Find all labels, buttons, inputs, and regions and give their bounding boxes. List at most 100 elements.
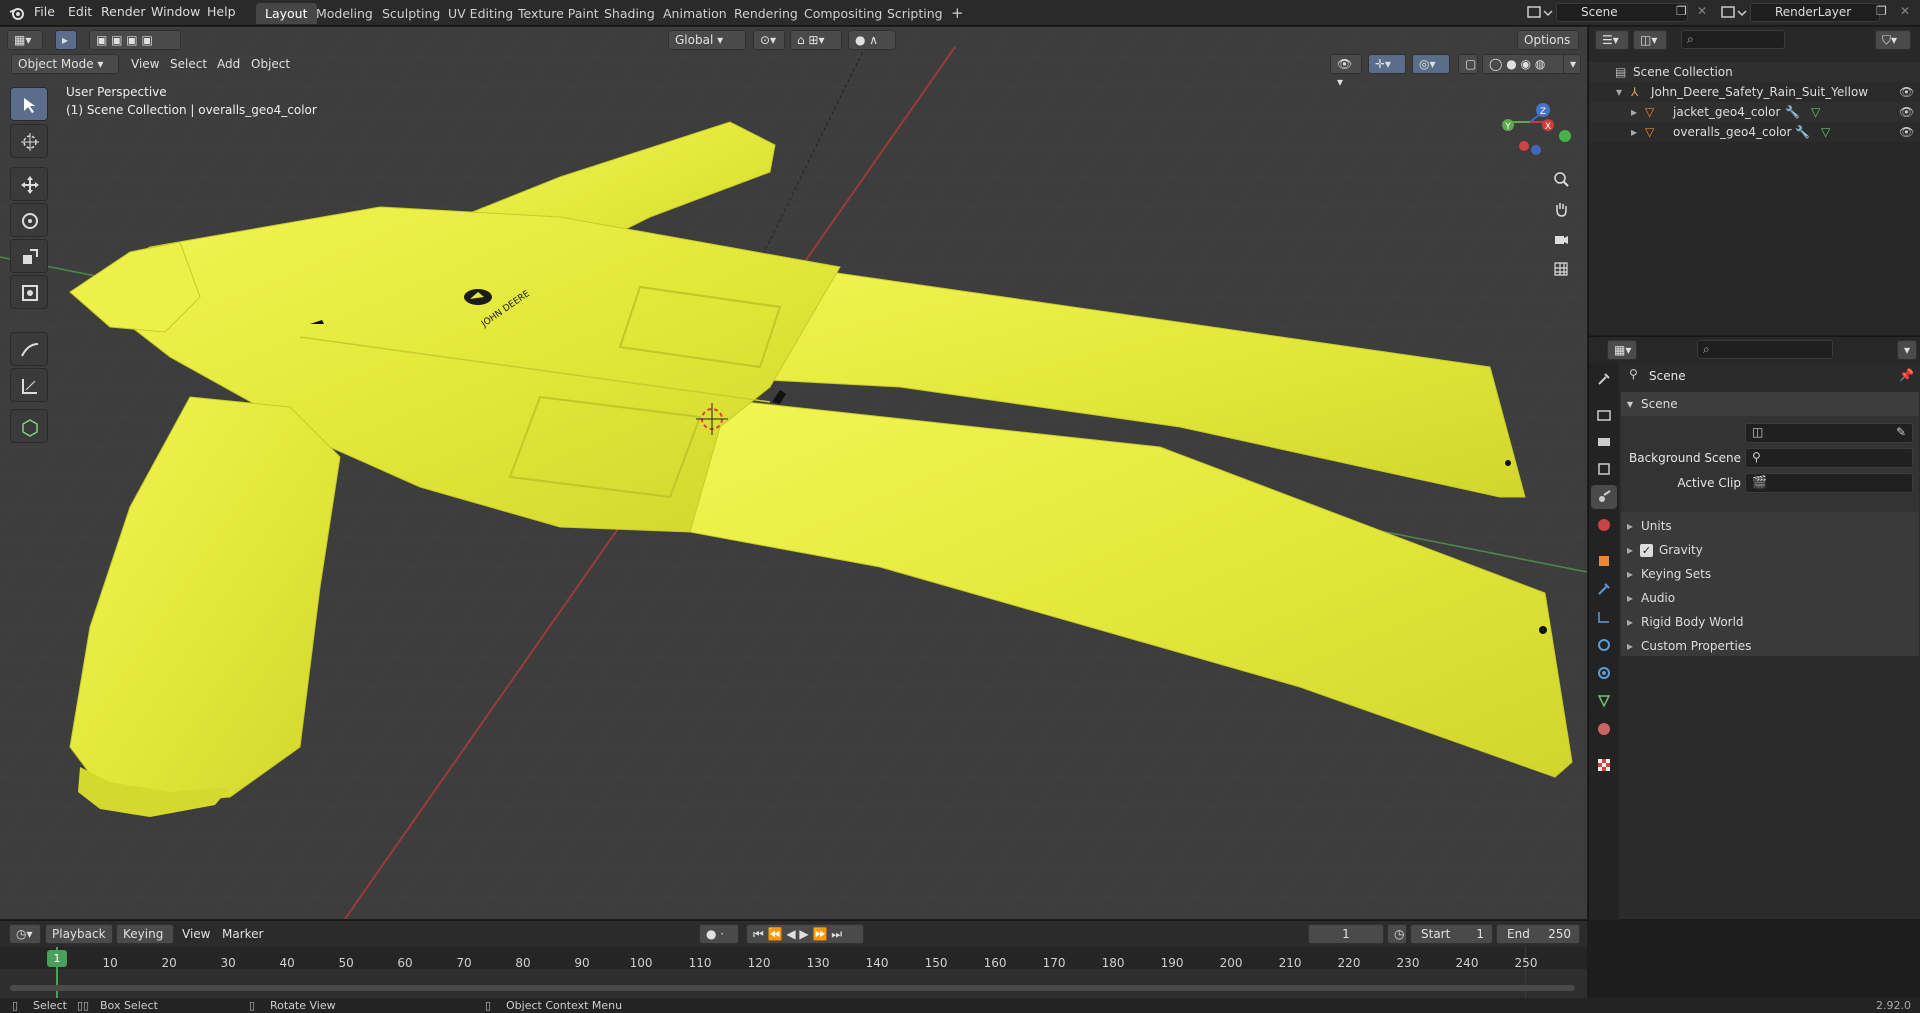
material-tab-icon[interactable] <box>1591 717 1617 741</box>
outliner-row-jacket[interactable]: ▸ ▽ jacket_geo4_color 🔧 ▽ 👁 <box>1589 102 1920 122</box>
active-clip-field[interactable]: 🎬 <box>1745 473 1913 493</box>
3d-viewport[interactable]: JOHN DEERE Z X Y ▦▾ ▸ ▣ ▣ ▣ ▣ Global ▾ ⊙… <box>0 27 1587 919</box>
outliner-search-input[interactable] <box>1681 30 1785 49</box>
playback-dropdown[interactable]: Playback ▾ <box>45 924 113 959</box>
editor-type-button[interactable]: ◷▾ <box>9 924 41 944</box>
new-scene-icon[interactable]: ❐ <box>1676 4 1687 18</box>
eye-icon[interactable]: 👁 <box>1899 102 1914 122</box>
new-layer-icon[interactable]: ❐ <box>1876 4 1887 18</box>
tab-modeling[interactable]: Modeling <box>307 3 382 24</box>
current-frame-field[interactable]: 1 <box>1308 924 1384 944</box>
pivot-dropdown[interactable]: ⊙▾ <box>753 30 785 50</box>
options-dropdown[interactable]: Options ▾ <box>1517 30 1579 65</box>
start-frame-field[interactable]: Start 1 <box>1410 924 1493 944</box>
data-tab-icon[interactable] <box>1591 689 1617 713</box>
tool-tab-icon[interactable] <box>1591 367 1617 391</box>
tab-scripting[interactable]: Scripting <box>878 3 952 24</box>
menu-edit[interactable]: Edit <box>68 4 92 19</box>
custom-properties-panel-header[interactable]: ▸ Custom Properties <box>1621 634 1919 658</box>
filter-dropdown[interactable]: ⛉▾ <box>1875 30 1911 50</box>
outliner-row-overalls[interactable]: ▸ ▽ overalls_geo4_color 🔧 ▽ 👁 <box>1589 122 1920 142</box>
shading-options-dropdown[interactable]: ▾ <box>1563 54 1581 74</box>
cursor-tool[interactable] <box>10 124 48 158</box>
scene-icon[interactable] <box>1526 3 1554 26</box>
eyedropper-icon[interactable]: ✎ <box>1896 425 1906 439</box>
menu-window[interactable]: Window <box>151 4 200 19</box>
menu-select[interactable]: Select <box>170 57 207 71</box>
editor-type-button[interactable]: ☰▾ <box>1595 30 1629 50</box>
record-toggle[interactable]: ● · <box>699 924 739 944</box>
renderlayer-name-field[interactable]: RenderLayer <box>1750 3 1880 22</box>
modifier-tab-icon[interactable] <box>1591 577 1617 601</box>
menu-view[interactable]: View <box>182 927 210 941</box>
add-cube-tool[interactable] <box>10 409 48 443</box>
world-tab-icon[interactable] <box>1591 513 1617 537</box>
preview-range-icon[interactable]: ◷ <box>1387 924 1407 944</box>
outliner-row-rain-suit[interactable]: ▾ ⅄ John_Deere_Safety_Rain_Suit_Yellow 👁 <box>1589 82 1920 102</box>
timeline-scrubber-area[interactable]: 1 <box>0 947 1587 999</box>
end-frame-field[interactable]: End 250 <box>1496 924 1580 944</box>
display-mode-dropdown[interactable]: ◫▾ <box>1633 30 1667 50</box>
add-workspace-button[interactable]: + <box>942 3 973 24</box>
menu-add[interactable]: Add <box>217 57 240 71</box>
camera-field[interactable]: ◫ ✎ <box>1745 423 1913 443</box>
menu-object[interactable]: Object <box>251 57 290 71</box>
annotate-tool[interactable] <box>10 332 48 366</box>
rigid-body-world-panel-header[interactable]: ▸ Rigid Body World <box>1621 610 1919 634</box>
menu-marker[interactable]: Marker <box>222 927 263 941</box>
keying-dropdown[interactable]: Keying ▾ <box>116 924 174 959</box>
editor-type-button[interactable]: ▦▾ <box>1607 340 1637 360</box>
options-dropdown[interactable]: ▾ <box>1897 340 1917 360</box>
mode-dropdown[interactable]: Object Mode ▾ <box>11 54 119 74</box>
horizontal-scrollbar[interactable] <box>10 985 1575 991</box>
mesh-data-icon[interactable]: ▽ <box>1821 122 1830 142</box>
physics-tab-icon[interactable] <box>1591 633 1617 657</box>
texture-tab-icon[interactable] <box>1591 753 1617 777</box>
select-box-icon[interactable]: ▸ <box>55 30 77 50</box>
proportional-edit-toggle[interactable]: ● ∧ <box>848 30 896 50</box>
units-panel-header[interactable]: ▸ Units <box>1621 514 1919 538</box>
menu-render[interactable]: Render <box>101 4 146 19</box>
keying-sets-panel-header[interactable]: ▸ Keying Sets <box>1621 562 1919 586</box>
audio-panel-header[interactable]: ▸ Audio <box>1621 586 1919 610</box>
playhead-frame-badge[interactable]: 1 <box>47 950 67 967</box>
visibility-dropdown[interactable]: 👁▾ <box>1330 54 1362 89</box>
scene-name-field[interactable]: Scene <box>1556 3 1688 22</box>
overlay-toggle[interactable]: ◎▾ <box>1412 54 1450 74</box>
eye-icon[interactable]: 👁 <box>1899 82 1914 102</box>
tab-animation[interactable]: Animation <box>654 3 736 24</box>
playback-controls[interactable]: ⏮ ⏪ ◀ ▶ ⏩ ⏭ <box>746 924 864 944</box>
rotate-tool[interactable] <box>10 203 48 237</box>
wrench-icon[interactable]: 🔧 <box>1795 122 1810 142</box>
ortho-grid-icon[interactable] <box>1547 255 1575 283</box>
move-tool[interactable] <box>10 167 48 201</box>
object-tab-icon[interactable] <box>1591 549 1617 573</box>
menu-help[interactable]: Help <box>207 4 236 19</box>
xray-toggle[interactable]: ▢ <box>1458 54 1478 74</box>
viewport-scene[interactable]: JOHN DEERE Z X Y <box>0 27 1587 919</box>
eye-icon[interactable]: 👁 <box>1899 122 1914 142</box>
snap-dropdown[interactable]: ⌂ ⊞▾ <box>790 30 842 50</box>
selection-mode-buttons[interactable]: ▣ ▣ ▣ ▣ <box>89 30 181 50</box>
chevron-right-icon[interactable]: ▸ <box>1631 122 1637 142</box>
particles-tab-icon[interactable] <box>1591 605 1617 629</box>
menu-file[interactable]: File <box>34 4 55 19</box>
timeline-panel[interactable]: ◷▾ Playback ▾ Keying ▾ View Marker ● · ⏮… <box>0 920 1587 999</box>
wrench-icon[interactable]: 🔧 <box>1785 102 1800 122</box>
editor-type-button[interactable]: ▦▾ <box>7 30 43 50</box>
gravity-panel-header[interactable]: ▸ ✓ Gravity <box>1621 538 1919 562</box>
scene-panel-header[interactable]: ▾ Scene <box>1621 392 1919 416</box>
chevron-down-icon[interactable]: ▾ <box>1616 82 1622 102</box>
mesh-data-icon[interactable]: ▽ <box>1811 102 1820 122</box>
pan-hand-icon[interactable] <box>1547 195 1575 223</box>
chevron-right-icon[interactable]: ▸ <box>1631 102 1637 122</box>
blender-logo-icon[interactable] <box>8 4 26 25</box>
outliner-row-root[interactable]: ▤ Scene Collection <box>1589 62 1920 82</box>
zoom-icon[interactable] <box>1547 165 1575 193</box>
tab-sculpting[interactable]: Sculpting <box>373 3 449 24</box>
close-icon[interactable]: ✕ <box>1697 4 1707 18</box>
camera-view-icon[interactable] <box>1547 225 1575 253</box>
menu-view[interactable]: View <box>131 57 159 71</box>
output-tab-icon[interactable] <box>1591 429 1617 453</box>
properties-search-input[interactable] <box>1697 340 1833 359</box>
